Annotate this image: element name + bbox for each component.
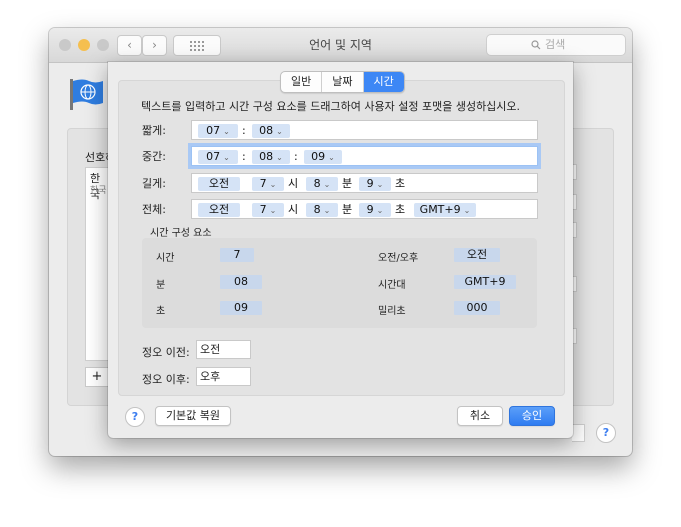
chevron-down-icon: ⌄ (276, 127, 283, 136)
search-icon (531, 35, 541, 55)
search-placeholder: 검색 (545, 38, 566, 51)
tab-time[interactable]: 시간 (363, 72, 404, 92)
second-suffix: 초 (395, 203, 406, 216)
timezone-component[interactable]: GMT+9 (454, 275, 516, 289)
hour-token[interactable]: 07 ⌄ (198, 150, 238, 164)
chevron-down-icon: ⌄ (276, 153, 283, 162)
hour-suffix: 시 (288, 203, 299, 216)
minute-suffix: 분 (342, 177, 353, 190)
chevron-down-icon: ⌄ (223, 127, 230, 136)
separator: : (242, 124, 246, 137)
ampm-component-label: 오전/오후 (378, 253, 419, 264)
button-stub (572, 424, 585, 442)
long-format-field[interactable]: 오전 7 ⌄ 시 8 ⌄ 분 9 ⌄ 초 (191, 173, 538, 193)
help-button[interactable]: ? (125, 407, 145, 427)
segmented-tabs: 일반 날짜 시간 (280, 71, 405, 93)
add-language-button[interactable]: + (85, 367, 109, 387)
chevron-down-icon: ⌄ (323, 180, 331, 189)
second-token[interactable]: 9 ⌄ (359, 203, 391, 217)
hour-component-label: 시간 (156, 253, 175, 264)
second-token[interactable]: 09 ⌄ (304, 150, 342, 164)
before-noon-label: 정오 이전: (142, 346, 190, 359)
instruction-text: 텍스트를 입력하고 시간 구성 요소를 드래그하여 사용자 설정 포맷을 생성하… (141, 100, 521, 113)
question-icon: ? (602, 426, 610, 439)
timezone-component-label: 시간대 (378, 280, 406, 291)
after-noon-label: 정오 이후: (142, 373, 190, 386)
hour-token[interactable]: 7 ⌄ (252, 203, 284, 217)
separator: : (242, 150, 246, 163)
chevron-down-icon: ⌄ (323, 206, 331, 215)
minute-component-label: 분 (156, 280, 166, 291)
ampm-token[interactable]: 오전 (198, 203, 240, 217)
minute-token[interactable]: 8 ⌄ (306, 203, 338, 217)
minute-component[interactable]: 08 (220, 275, 262, 289)
ok-button[interactable]: 승인 (509, 406, 555, 426)
separator: : (294, 150, 298, 163)
hour-token[interactable]: 7 ⌄ (252, 177, 284, 191)
chevron-down-icon: ⌄ (223, 153, 230, 162)
search-field[interactable]: 검색 (486, 34, 626, 56)
restore-defaults-button[interactable]: 기본값 복원 (155, 406, 231, 426)
hour-token[interactable]: 07 ⌄ (198, 124, 238, 138)
full-format-field[interactable]: 오전 7 ⌄ 시 8 ⌄ 분 9 ⌄ 초 GMT+9 ⌄ (191, 199, 538, 219)
chevron-down-icon: ⌄ (328, 153, 335, 162)
ampm-component[interactable]: 오전 (454, 248, 500, 262)
custom-time-format-sheet: 일반 날짜 시간 텍스트를 입력하고 시간 구성 요소를 드래그하여 사용자 설… (108, 62, 573, 438)
second-token[interactable]: 9 ⌄ (359, 177, 391, 191)
long-format-label: 길게: (142, 177, 166, 190)
hour-component[interactable]: 7 (220, 248, 254, 262)
cancel-button[interactable]: 취소 (457, 406, 503, 426)
chevron-down-icon: ⌄ (463, 206, 471, 215)
minute-suffix: 분 (342, 203, 353, 216)
minute-token[interactable]: 8 ⌄ (306, 177, 338, 191)
minute-token[interactable]: 08 ⌄ (252, 150, 290, 164)
second-component[interactable]: 09 (220, 301, 262, 315)
globe-flag-icon (69, 78, 105, 113)
before-noon-field[interactable]: 오전 (196, 340, 251, 359)
components-box: 시간 7 분 08 초 09 오전/오후 오전 시간대 GMT+9 밀리초 00… (142, 238, 537, 328)
timezone-token[interactable]: GMT+9 ⌄ (414, 203, 476, 217)
tab-general[interactable]: 일반 (281, 72, 323, 92)
short-format-field[interactable]: 07 ⌄ : 08 ⌄ (191, 120, 538, 140)
chevron-down-icon: ⌄ (269, 180, 277, 189)
second-suffix: 초 (395, 177, 406, 190)
list-item-sub: 한국 (90, 186, 107, 196)
components-heading: 시간 구성 요소 (150, 228, 212, 239)
question-icon: ? (131, 410, 139, 423)
ms-component-label: 밀리초 (378, 306, 406, 317)
chevron-down-icon: ⌄ (269, 206, 277, 215)
window-help-button[interactable]: ? (596, 423, 616, 443)
medium-format-field[interactable]: 07 ⌄ : 08 ⌄ : 09 ⌄ (191, 146, 538, 166)
ampm-token[interactable]: 오전 (198, 177, 240, 191)
minute-token[interactable]: 08 ⌄ (252, 124, 290, 138)
medium-format-label: 중간: (142, 150, 166, 163)
short-format-label: 짧게: (142, 124, 166, 137)
second-component-label: 초 (156, 306, 166, 317)
tab-date[interactable]: 날짜 (322, 72, 364, 92)
title-bar: ‹ › 언어 및 지역 검색 (49, 28, 632, 63)
ms-component[interactable]: 000 (454, 301, 500, 315)
chevron-down-icon: ⌄ (376, 206, 384, 215)
after-noon-field[interactable]: 오후 (196, 367, 251, 386)
plus-icon: + (91, 369, 103, 384)
chevron-down-icon: ⌄ (376, 180, 384, 189)
hour-suffix: 시 (288, 177, 299, 190)
full-format-label: 전체: (142, 203, 166, 216)
